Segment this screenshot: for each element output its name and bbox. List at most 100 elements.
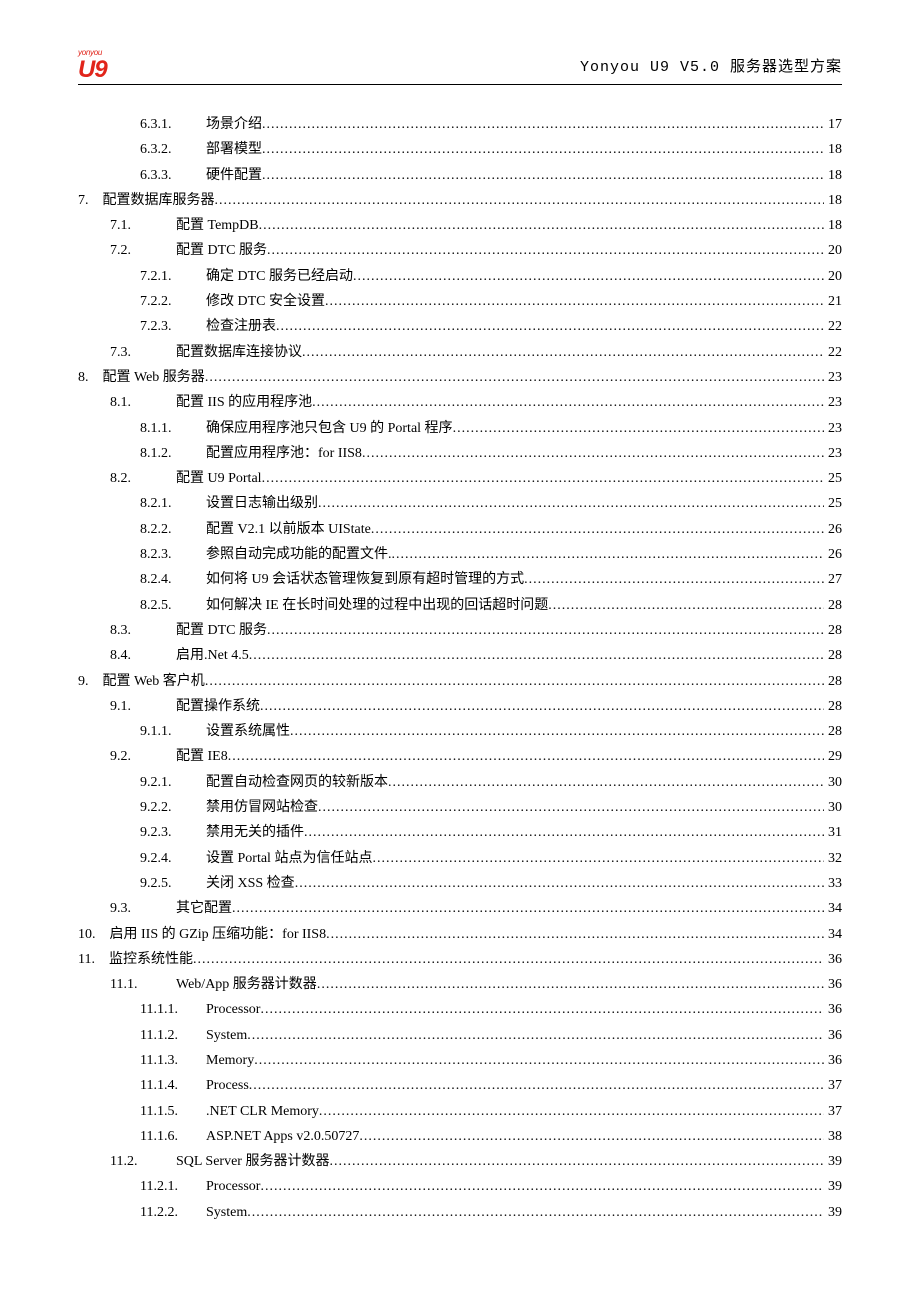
toc-leader (372, 847, 824, 871)
toc-entry[interactable]: 9.配置 Web 客户机28 (78, 670, 842, 694)
toc-entry[interactable]: 11.1.2.System36 (78, 1024, 842, 1048)
toc-entry[interactable]: 8.4.启用.Net 4.528 (78, 644, 842, 668)
toc-page-number: 23 (824, 391, 842, 415)
toc-entry[interactable]: 8.2.配置 U9 Portal25 (78, 467, 842, 491)
toc-entry[interactable]: 9.2.1.配置自动检查网页的较新版本30 (78, 771, 842, 795)
toc-entry[interactable]: 10.启用 IIS 的 GZip 压缩功能：for IIS834 (78, 923, 842, 947)
toc-title: 确定 DTC 服务已经启动 (206, 265, 353, 289)
toc-number: 8.2.1. (140, 492, 206, 516)
toc-page-number: 39 (824, 1201, 842, 1225)
toc-entry[interactable]: 11.2.SQL Server 服务器计数器39 (78, 1150, 842, 1174)
toc-entry[interactable]: 11.1.4.Process37 (78, 1074, 842, 1098)
toc-entry[interactable]: 7.3.配置数据库连接协议22 (78, 341, 842, 365)
toc-leader (232, 897, 824, 921)
toc-entry[interactable]: 9.3.其它配置34 (78, 897, 842, 921)
toc-entry[interactable]: 11.1.1.Processor36 (78, 998, 842, 1022)
toc-title: 部署模型 (206, 138, 262, 162)
toc-entry[interactable]: 9.1.配置操作系统28 (78, 695, 842, 719)
toc-entry[interactable]: 8.1.1.确保应用程序池只包含 U9 的 Portal 程序23 (78, 417, 842, 441)
toc-page-number: 28 (824, 670, 842, 694)
page-header: yonyou U9 Yonyou U9 V5.0 服务器选型方案 (78, 48, 842, 85)
toc-entry[interactable]: 9.2.配置 IE829 (78, 745, 842, 769)
toc-leader (317, 973, 824, 997)
toc-title: Processor (206, 998, 260, 1022)
toc-entry[interactable]: 8.2.1.设置日志输出级别25 (78, 492, 842, 516)
toc-title: 启用.Net 4.5 (176, 644, 249, 668)
toc-entry[interactable]: 9.1.1.设置系统属性28 (78, 720, 842, 744)
toc-entry[interactable]: 11.监控系统性能36 (78, 948, 842, 972)
toc-leader (353, 265, 824, 289)
toc-page-number: 30 (824, 771, 842, 795)
toc-title: System (206, 1201, 247, 1225)
toc-entry[interactable]: 7.2.配置 DTC 服务20 (78, 239, 842, 263)
toc-page-number: 37 (824, 1100, 842, 1124)
toc-title: 配置 Web 客户机 (103, 670, 205, 694)
toc-entry[interactable]: 8.配置 Web 服务器23 (78, 366, 842, 390)
toc-title: .NET CLR Memory (206, 1100, 319, 1124)
toc-entry[interactable]: 11.1.Web/App 服务器计数器36 (78, 973, 842, 997)
toc-title: System (206, 1024, 247, 1048)
toc-title: 配置 Web 服务器 (103, 366, 205, 390)
toc-title: Memory (206, 1049, 254, 1073)
toc-entry[interactable]: 11.2.2.System39 (78, 1201, 842, 1225)
toc-title: 如何解决 IE 在长时间处理的过程中出现的回话超时问题 (206, 594, 548, 618)
toc-leader (260, 998, 824, 1022)
toc-title: 修改 DTC 安全设置 (206, 290, 325, 314)
toc-entry[interactable]: 8.1.配置 IIS 的应用程序池23 (78, 391, 842, 415)
toc-number: 6.3.1. (140, 113, 206, 137)
toc-page-number: 36 (824, 1049, 842, 1073)
toc-entry[interactable]: 8.2.2.配置 V2.1 以前版本 UIState26 (78, 518, 842, 542)
toc-number: 11.1.5. (140, 1100, 206, 1124)
toc-page-number: 18 (824, 138, 842, 162)
toc-entry[interactable]: 7.2.3.检查注册表22 (78, 315, 842, 339)
toc-entry[interactable]: 7.1.配置 TempDB18 (78, 214, 842, 238)
toc-entry[interactable]: 8.3.配置 DTC 服务28 (78, 619, 842, 643)
toc-title: 配置 IIS 的应用程序池 (176, 391, 312, 415)
toc-leader (524, 568, 824, 592)
toc-leader (260, 695, 824, 719)
toc-entry[interactable]: 6.3.1.场景介绍17 (78, 113, 842, 137)
toc-entry[interactable]: 8.2.5.如何解决 IE 在长时间处理的过程中出现的回话超时问题28 (78, 594, 842, 618)
toc-number: 9.2.4. (140, 847, 206, 871)
toc-entry[interactable]: 11.2.1.Processor39 (78, 1175, 842, 1199)
toc-entry[interactable]: 7.2.2.修改 DTC 安全设置21 (78, 290, 842, 314)
toc-leader (247, 1024, 824, 1048)
toc-entry[interactable]: 9.2.2.禁用仿冒网站检查30 (78, 796, 842, 820)
toc-title: 配置 DTC 服务 (176, 619, 267, 643)
toc-number: 8.2.3. (140, 543, 206, 567)
toc-title: 关闭 XSS 检查 (206, 872, 295, 896)
toc-entry[interactable]: 6.3.2.部署模型18 (78, 138, 842, 162)
toc-entry[interactable]: 9.2.5.关闭 XSS 检查33 (78, 872, 842, 896)
toc-title: 如何将 U9 会话状态管理恢复到原有超时管理的方式 (206, 568, 524, 592)
toc-title: 其它配置 (176, 897, 232, 921)
toc-entry[interactable]: 7.2.1.确定 DTC 服务已经启动20 (78, 265, 842, 289)
toc-number: 9.1. (110, 695, 176, 719)
toc-entry[interactable]: 9.2.3.禁用无关的插件31 (78, 821, 842, 845)
toc-title: 启用 IIS 的 GZip 压缩功能：for IIS8 (110, 923, 327, 947)
toc-entry[interactable]: 6.3.3.硬件配置18 (78, 164, 842, 188)
toc-page-number: 18 (824, 214, 842, 238)
toc-number: 11.1.3. (140, 1049, 206, 1073)
toc-entry[interactable]: 9.2.4.设置 Portal 站点为信任站点32 (78, 847, 842, 871)
toc-entry[interactable]: 8.2.4.如何将 U9 会话状态管理恢复到原有超时管理的方式27 (78, 568, 842, 592)
toc-leader (259, 214, 824, 238)
toc-leader (262, 164, 824, 188)
toc-leader (260, 1175, 824, 1199)
toc-leader (267, 239, 824, 263)
toc-entry[interactable]: 11.1.6.ASP.NET Apps v2.0.5072738 (78, 1125, 842, 1149)
toc-entry[interactable]: 8.2.3.参照自动完成功能的配置文件.26 (78, 543, 842, 567)
toc-number: 7.2.2. (140, 290, 206, 314)
toc-leader (228, 745, 824, 769)
toc-entry[interactable]: 7.配置数据库服务器18 (78, 189, 842, 213)
document-title: Yonyou U9 V5.0 服务器选型方案 (580, 55, 842, 78)
toc-leader (215, 189, 825, 213)
toc-number: 7.2.1. (140, 265, 206, 289)
toc-entry[interactable]: 11.1.3.Memory 36 (78, 1049, 842, 1073)
toc-page-number: 36 (824, 973, 842, 997)
toc-title: 设置 Portal 站点为信任站点 (206, 847, 372, 871)
logo: yonyou U9 (78, 48, 148, 78)
toc-number: 11.2. (110, 1150, 176, 1174)
toc-leader (249, 644, 824, 668)
toc-entry[interactable]: 11.1.5..NET CLR Memory 37 (78, 1100, 842, 1124)
toc-entry[interactable]: 8.1.2.配置应用程序池：for IIS823 (78, 442, 842, 466)
